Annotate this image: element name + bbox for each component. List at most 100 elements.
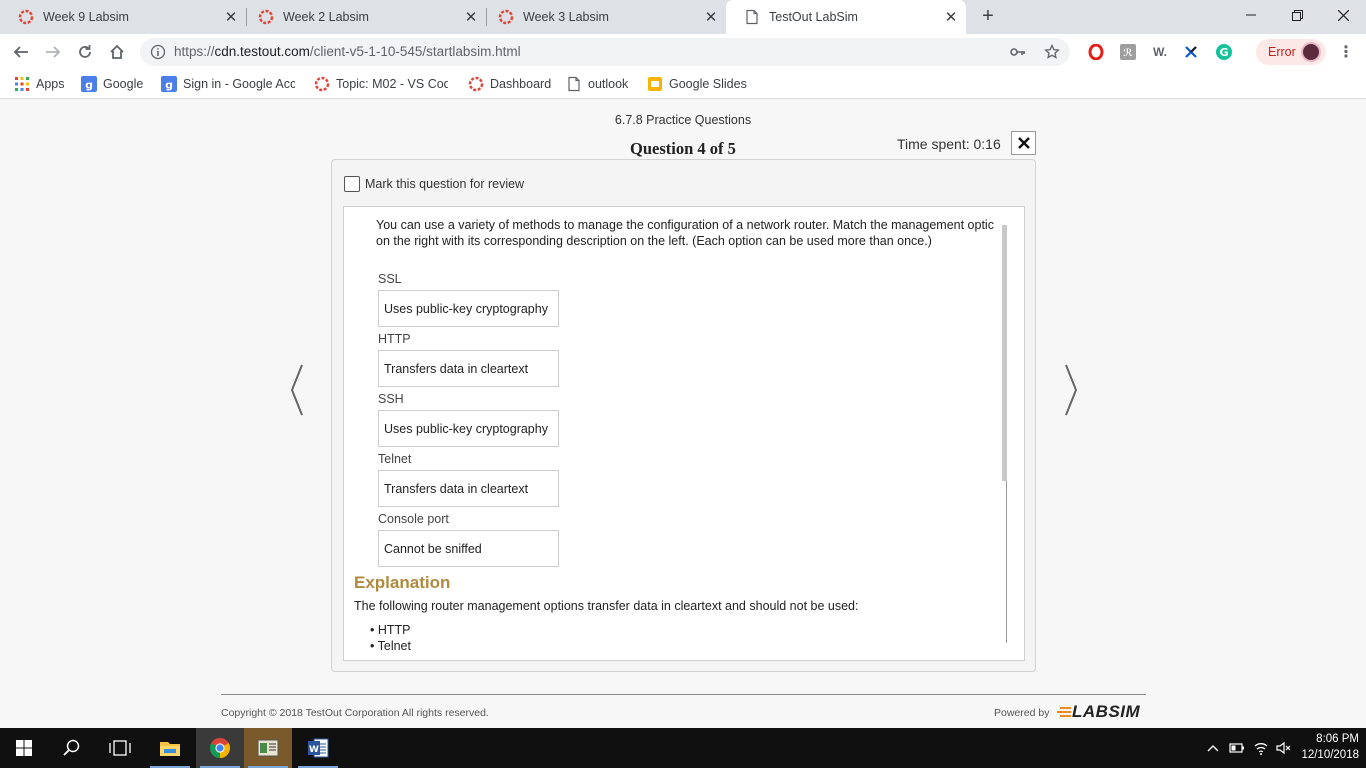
word-icon[interactable]: W [294,728,342,768]
question-title: Question 4 of 5 [630,139,736,158]
answer-drop-box[interactable]: Cannot be sniffed [378,530,559,567]
bookmark-label: Google Slides [669,77,747,91]
tab-label: Week 9 Labsim [43,10,129,24]
close-button[interactable] [1011,131,1036,155]
bookmark-topic-m02[interactable]: Topic: M02 - VS Code [314,76,448,92]
labsim-app-icon[interactable] [244,728,292,768]
question-text-line: on the right with its corresponding desc… [376,234,932,248]
error-label: Error [1268,45,1296,59]
scrollbar-thumb[interactable] [1002,225,1007,481]
extension-r-icon[interactable]: ℛ [1118,42,1138,62]
bookmark-label: Dashboard [490,77,552,91]
svg-text:ℛ: ℛ [1123,48,1132,59]
close-icon [1017,137,1030,149]
bookmark-google-slides[interactable]: Google Slides [647,76,747,92]
labsim-logo-text: LABSIM [1072,702,1141,721]
menu-icon[interactable]: ⋮ [1336,42,1356,62]
explanation-title: Explanation [354,573,451,592]
clock-date: 12/10/2018 [1301,749,1359,761]
tab-testout-labsim[interactable]: TestOut LabSim ✕ [726,0,966,34]
content-scrollbar[interactable] [1001,225,1007,643]
close-window-icon[interactable] [1320,0,1366,30]
key-icon[interactable] [1010,45,1026,59]
task-view-icon[interactable] [96,728,144,768]
taskbar-clock[interactable]: 8:06 PM 12/10/2018 [1297,731,1359,763]
checkbox-box[interactable] [344,176,360,192]
tab-close-icon[interactable]: ✕ [222,8,240,26]
bookmark-sign-in-google[interactable]: g Sign in - Google Acc [161,76,295,92]
next-question-arrow-icon[interactable] [1063,364,1079,416]
option-label-console-port: Console port [378,512,449,526]
browser-tab-strip: Week 9 Labsim ✕ Week 2 Labsim ✕ Week 3 L… [0,0,1366,34]
answer-drop-box[interactable]: Transfers data in cleartext [378,470,559,507]
extension-x-icon[interactable] [1181,42,1201,62]
review-label: Mark this question for review [365,177,525,191]
windows-start-icon[interactable] [0,728,48,768]
section-title: 6.7.8 Practice Questions [614,113,752,127]
apps-grid-icon [15,77,29,91]
bookmark-label: Topic: M02 - VS Code [336,77,448,91]
question-text: You can use a variety of methods to mana… [376,217,1016,249]
battery-icon[interactable] [1229,740,1245,756]
option-label-telnet: Telnet [378,452,412,466]
previous-question-arrow-icon[interactable] [289,364,305,416]
minimize-icon[interactable] [1228,0,1274,30]
bookmark-label: Google [103,77,144,91]
mark-for-review-checkbox[interactable]: Mark this question for review [344,176,524,192]
bookmark-label: outlook [588,77,629,91]
tab-close-icon[interactable]: ✕ [702,8,720,26]
bookmark-apps[interactable]: Apps [14,76,65,92]
wifi-icon[interactable] [1253,740,1269,756]
labsim-favicon-icon [468,76,484,92]
file-explorer-icon[interactable] [146,728,194,768]
labsim-favicon-icon [314,76,330,92]
tray-chevron-up-icon[interactable] [1205,740,1221,756]
tab-close-icon[interactable]: ✕ [462,8,480,26]
restore-icon[interactable] [1274,0,1320,30]
labsim-logo-mark-icon [1057,707,1071,717]
svg-text:W: W [309,745,319,755]
site-info-icon[interactable] [150,44,166,60]
home-icon[interactable] [104,39,130,65]
profile-error-chip[interactable]: Error [1256,39,1326,65]
reload-icon[interactable] [72,39,98,65]
new-tab-icon[interactable]: + [978,6,998,26]
question-text-line: You can use a variety of methods to mana… [376,218,994,232]
powered-by-text: Powered by [994,707,1050,719]
labsim-page: 6.7.8 Practice Questions Question 4 of 5… [0,100,1366,728]
tab-week-9-labsim[interactable]: Week 9 Labsim ✕ [0,0,246,34]
svg-text:G: G [1219,46,1228,59]
address-bar[interactable]: https://cdn.testout.com/client-v5-1-10-5… [140,38,1070,66]
bookmark-star-icon[interactable] [1044,44,1060,60]
question-panel: Mark this question for review You can us… [331,159,1036,672]
tab-label: Week 3 Labsim [523,10,609,24]
volume-muted-icon[interactable] [1276,740,1292,756]
footer-divider [221,694,1146,695]
labsim-favicon-icon [258,9,274,25]
tab-week-3-labsim[interactable]: Week 3 Labsim ✕ [480,0,726,34]
bookmark-label: Sign in - Google Acc [183,77,295,91]
bookmark-outlook[interactable]: outlook [566,76,628,92]
answer-drop-box[interactable]: Uses public-key cryptography [378,410,559,447]
labsim-favicon-icon [498,9,514,25]
tab-week-2-labsim[interactable]: Week 2 Labsim ✕ [240,0,486,34]
back-icon[interactable] [8,39,34,65]
forward-icon[interactable] [40,39,66,65]
tab-label: Week 2 Labsim [283,10,369,24]
answer-drop-box[interactable]: Transfers data in cleartext [378,350,559,387]
labsim-logo: LABSIM [1056,702,1140,722]
chrome-icon[interactable] [196,728,244,768]
explanation-bullet: • HTTP [370,623,411,637]
bookmark-dashboard[interactable]: Dashboard [468,76,551,92]
search-icon[interactable] [48,728,96,768]
bookmark-google[interactable]: g Google [81,76,143,92]
labsim-favicon-icon [18,9,34,25]
option-label-ssh: SSH [378,392,404,406]
opera-extension-icon[interactable] [1086,42,1106,62]
page-icon [568,76,580,92]
extension-w-icon[interactable]: W. [1150,42,1170,62]
grammarly-icon[interactable]: G [1214,42,1234,62]
explanation-text: The following router management options … [354,599,859,613]
tab-close-icon[interactable]: ✕ [942,8,960,26]
answer-drop-box[interactable]: Uses public-key cryptography [378,290,559,327]
